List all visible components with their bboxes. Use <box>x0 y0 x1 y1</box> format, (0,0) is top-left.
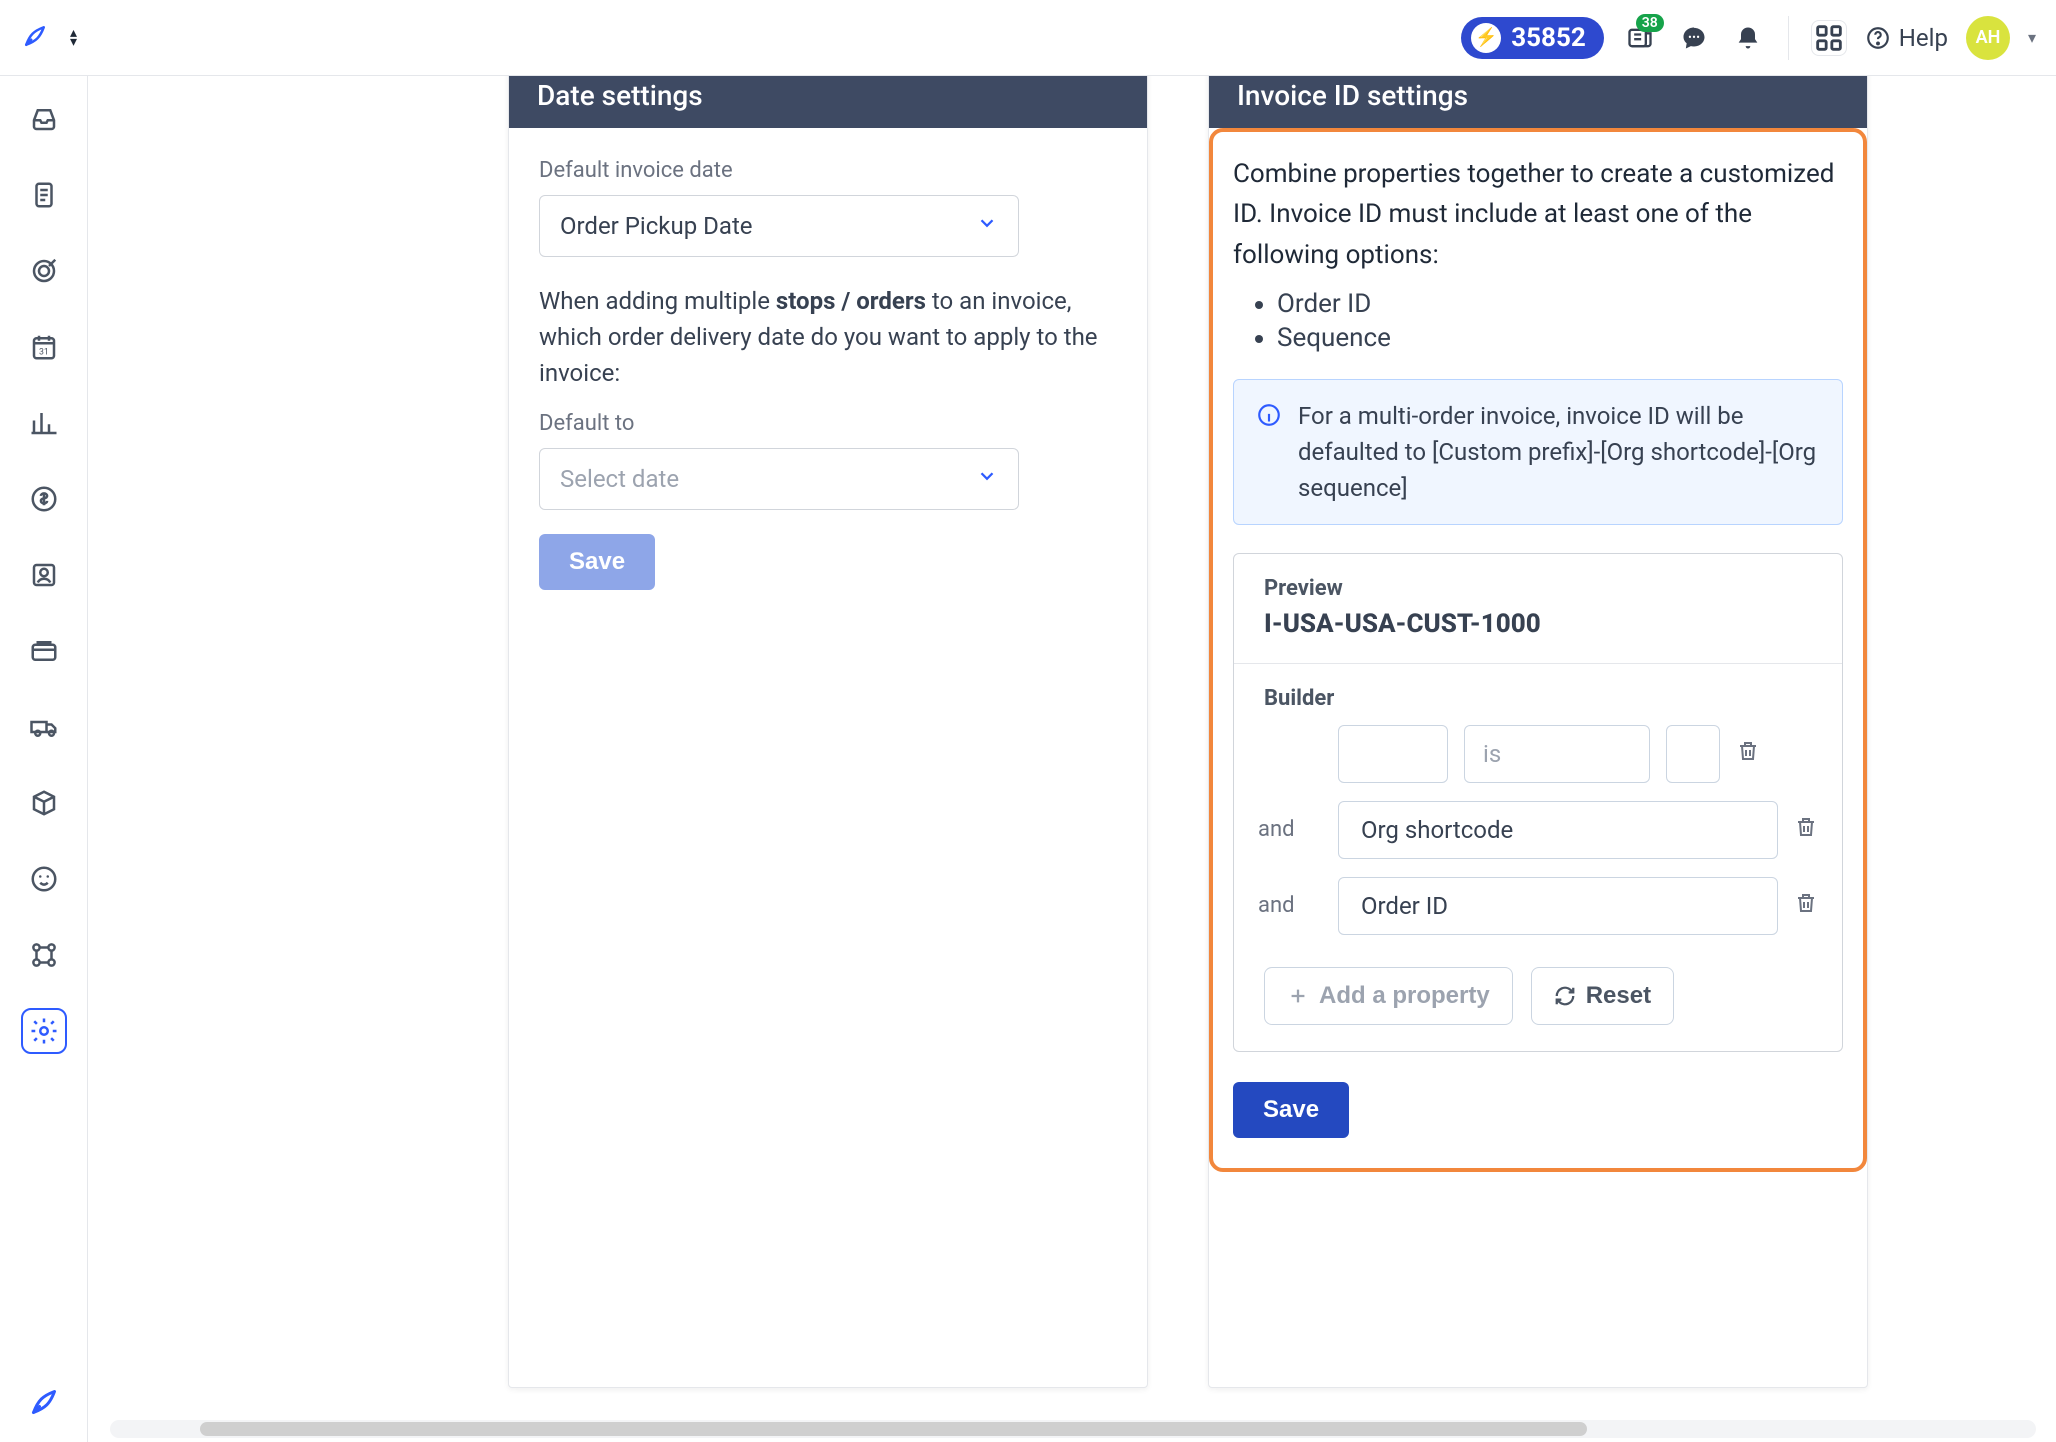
invoice-id-save-button[interactable]: Save <box>1233 1082 1349 1138</box>
help-link[interactable]: Help <box>1865 24 1948 52</box>
trash-icon[interactable] <box>1794 815 1818 845</box>
reset-button[interactable]: Reset <box>1531 967 1674 1025</box>
sidebar-target-icon[interactable] <box>21 248 67 294</box>
horizontal-scrollbar-thumb[interactable] <box>200 1422 1587 1436</box>
default-to-select[interactable]: Select date <box>539 448 1019 510</box>
invoice-id-header: Invoice ID settings <box>1209 76 1867 128</box>
horizontal-scrollbar-track[interactable] <box>110 1420 2036 1438</box>
app-logo-icon[interactable] <box>20 21 50 55</box>
callout-text: For a multi-order invoice, invoice ID wi… <box>1298 398 1820 506</box>
avatar-initials: AH <box>1976 27 2001 48</box>
org-switcher-updown-icon[interactable]: ▴▾ <box>70 29 77 46</box>
date-settings-save-button[interactable]: Save <box>539 534 655 590</box>
default-invoice-date-select[interactable]: Order Pickup Date <box>539 195 1019 257</box>
chevron-down-icon[interactable]: ▾ <box>2028 28 2036 47</box>
news-icon[interactable]: 38 <box>1622 20 1658 56</box>
builder-connector: and <box>1258 893 1322 918</box>
sidebar-calendar-icon[interactable]: 31 <box>21 324 67 370</box>
sidebar-package-icon[interactable] <box>21 780 67 826</box>
refresh-icon <box>1554 985 1576 1007</box>
plus-icon <box>1287 985 1309 1007</box>
invoice-id-description: Combine properties together to create a … <box>1233 154 1843 275</box>
builder-input-b[interactable] <box>1666 725 1720 783</box>
bell-icon[interactable] <box>1730 20 1766 56</box>
invoice-id-preview-builder-box: Preview I-USA-USA-CUST-1000 Builder is <box>1233 553 1843 1052</box>
preview-label: Preview <box>1234 554 1842 609</box>
date-settings-header: Date settings <box>509 76 1147 128</box>
credits-value: 35852 <box>1511 23 1586 53</box>
left-sidebar: 31 <box>0 76 88 1442</box>
builder-property-select[interactable]: Org shortcode <box>1338 801 1778 859</box>
sidebar-network-icon[interactable] <box>21 932 67 978</box>
builder-input-a[interactable] <box>1338 725 1448 783</box>
main-content: Date settings Default invoice date Order… <box>88 76 2056 1442</box>
svg-text:31: 31 <box>39 348 49 358</box>
sidebar-wallet-icon[interactable] <box>21 628 67 674</box>
sidebar-settings-icon[interactable] <box>21 1008 67 1054</box>
user-avatar[interactable]: AH <box>1966 16 2010 60</box>
sidebar-bottom-logo-icon[interactable] <box>0 1384 87 1420</box>
builder-label: Builder <box>1234 664 1842 725</box>
topbar-divider <box>1788 16 1789 60</box>
trash-icon[interactable] <box>1794 891 1818 921</box>
default-to-label: Default to <box>539 411 1117 436</box>
sidebar-chart-icon[interactable] <box>21 400 67 446</box>
sidebar-dollar-icon[interactable] <box>21 476 67 522</box>
trash-icon[interactable] <box>1736 739 1760 769</box>
required-options-list: Order ID Sequence <box>1277 289 1843 353</box>
add-property-button[interactable]: Add a property <box>1264 967 1513 1025</box>
help-label: Help <box>1899 24 1948 52</box>
chat-icon[interactable] <box>1676 20 1712 56</box>
sidebar-truck-icon[interactable] <box>21 704 67 750</box>
news-badge: 38 <box>1636 14 1664 32</box>
builder-row: and Order ID <box>1258 877 1818 935</box>
default-invoice-date-label: Default invoice date <box>539 158 1117 183</box>
chevron-down-icon <box>976 465 998 493</box>
date-settings-panel: Date settings Default invoice date Order… <box>508 76 1148 1388</box>
sidebar-face-icon[interactable] <box>21 856 67 902</box>
builder-input-operator[interactable]: is <box>1464 725 1650 783</box>
sidebar-document-icon[interactable] <box>21 172 67 218</box>
builder-row: and Org shortcode <box>1258 801 1818 859</box>
apps-grid-icon[interactable] <box>1811 20 1847 56</box>
chevron-down-icon <box>976 212 998 240</box>
default-to-placeholder: Select date <box>560 465 679 493</box>
multi-order-paragraph: When adding multiple stops / orders to a… <box>539 283 1117 391</box>
bolt-icon: ⚡ <box>1471 23 1501 53</box>
builder-connector: and <box>1258 817 1322 842</box>
invoice-id-panel: Invoice ID settings Combine properties t… <box>1208 76 1868 1388</box>
builder-property-select[interactable]: Order ID <box>1338 877 1778 935</box>
preview-value: I-USA-USA-CUST-1000 <box>1234 609 1842 663</box>
credits-pill[interactable]: ⚡ 35852 <box>1461 17 1604 59</box>
default-invoice-date-value: Order Pickup Date <box>560 212 753 240</box>
builder-row: is <box>1258 725 1818 783</box>
info-icon <box>1256 402 1282 506</box>
multi-order-callout: For a multi-order invoice, invoice ID wi… <box>1233 379 1843 525</box>
required-option: Sequence <box>1277 323 1843 353</box>
sidebar-inbox-icon[interactable] <box>21 96 67 142</box>
required-option: Order ID <box>1277 289 1843 319</box>
top-bar: ▴▾ ⚡ 35852 38 Help AH ▾ <box>0 0 2056 76</box>
invoice-id-highlight-frame: Combine properties together to create a … <box>1209 128 1867 1172</box>
sidebar-contact-icon[interactable] <box>21 552 67 598</box>
